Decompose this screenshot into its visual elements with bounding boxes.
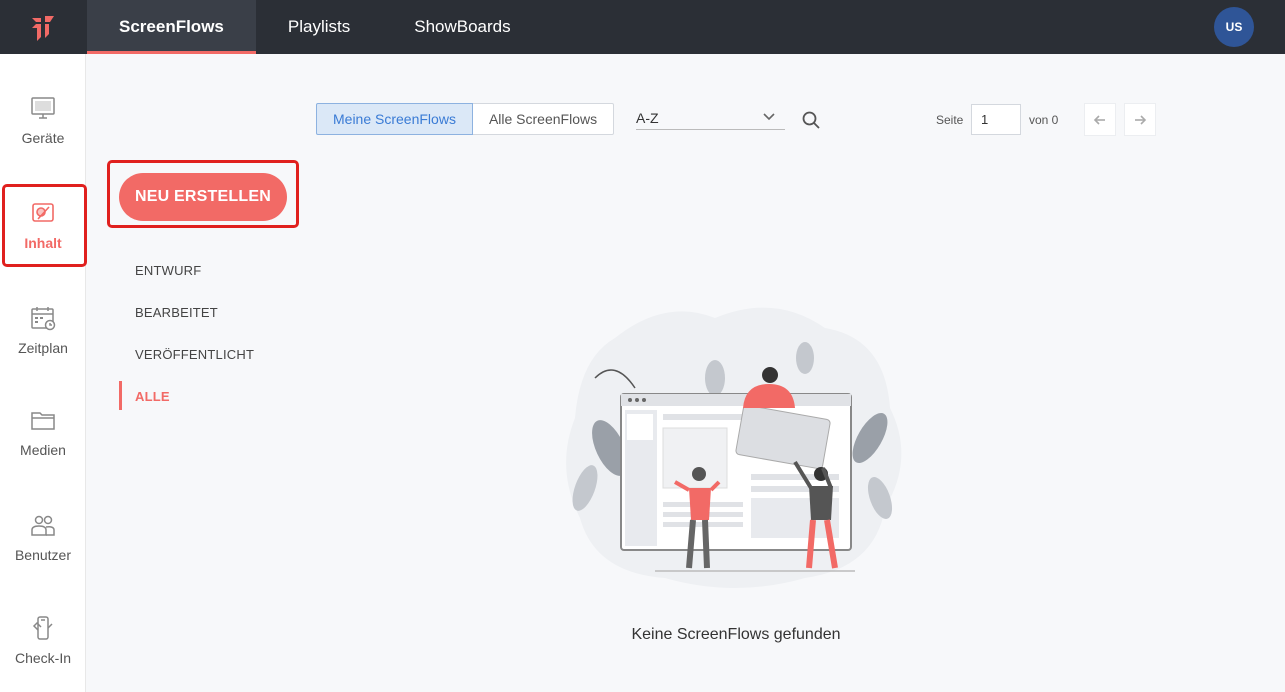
highlight-box-inhalt	[2, 184, 87, 267]
tab-playlists[interactable]: Playlists	[256, 0, 382, 54]
scope-toggle: Meine ScreenFlows Alle ScreenFlows	[316, 103, 615, 135]
empty-state-message: Keine ScreenFlows gefunden	[631, 626, 841, 643]
search-icon[interactable]	[801, 110, 821, 130]
top-navigation: ScreenFlows Playlists ShowBoards	[87, 0, 543, 54]
sidebar-item-label: Medien	[20, 442, 66, 458]
filter-veroeffentlicht[interactable]: VERÖFFENTLICHT	[135, 347, 254, 362]
filter-alle[interactable]: ALLE	[135, 389, 170, 404]
page-number-input[interactable]	[971, 104, 1021, 135]
sort-value: A-Z	[636, 110, 659, 126]
scope-my-screenflows-button[interactable]: Meine ScreenFlows	[316, 103, 473, 135]
filter-bearbeitet[interactable]: BEARBEITET	[135, 305, 218, 320]
empty-state-illustration	[566, 307, 902, 588]
create-new-button[interactable]: NEU ERSTELLEN	[119, 173, 287, 221]
sidebar-item-zeitplan[interactable]: Zeitplan	[0, 304, 86, 356]
sidebar-item-label: Zeitplan	[18, 340, 68, 356]
sidebar-item-benutzer[interactable]: Benutzer	[0, 511, 86, 563]
tab-screenflows[interactable]: ScreenFlows	[87, 0, 256, 54]
sidebar-item-geraete[interactable]: Geräte	[0, 94, 86, 146]
calendar-icon	[31, 307, 56, 331]
page-total-label: von 0	[1029, 113, 1059, 127]
sort-select[interactable]: A-Z	[636, 106, 785, 130]
active-filter-indicator	[119, 381, 122, 410]
sidebar-item-label: Check-In	[14, 650, 72, 666]
top-bar: ScreenFlows Playlists ShowBoards US	[0, 0, 1285, 54]
arrow-right-icon	[1135, 114, 1147, 125]
sidebar-item-label: Benutzer	[14, 547, 72, 563]
monitor-icon	[31, 97, 55, 119]
scope-all-screenflows-button[interactable]: Alle ScreenFlows	[472, 103, 615, 135]
sidebar: Geräte Inhalt Zeitplan Medien Benutzer C…	[0, 54, 86, 692]
next-page-button[interactable]	[1124, 103, 1156, 136]
page-label: Seite	[936, 113, 964, 127]
chevron-down-icon	[763, 113, 775, 121]
app-logo-icon[interactable]	[28, 12, 58, 42]
sidebar-item-label: Geräte	[21, 130, 65, 146]
tab-showboards[interactable]: ShowBoards	[382, 0, 542, 54]
arrow-left-icon	[1093, 114, 1105, 125]
folder-icon	[31, 412, 55, 430]
filter-entwurf[interactable]: ENTWURF	[135, 263, 201, 278]
user-avatar[interactable]: US	[1214, 7, 1254, 47]
sidebar-item-check-in[interactable]: Check-In	[0, 614, 86, 666]
checkin-icon	[32, 616, 53, 640]
previous-page-button[interactable]	[1084, 103, 1116, 136]
users-icon	[31, 515, 55, 536]
sidebar-item-medien[interactable]: Medien	[0, 406, 86, 458]
